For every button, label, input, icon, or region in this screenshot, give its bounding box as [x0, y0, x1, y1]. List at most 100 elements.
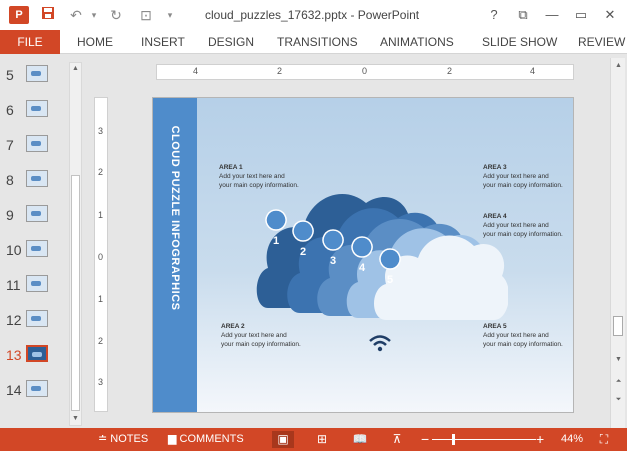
slide-thumbnail-image[interactable]: [26, 345, 48, 362]
zoom-in-button[interactable]: +: [536, 428, 544, 451]
zoom-slider-knob[interactable]: [452, 434, 455, 445]
editor-scrollbar[interactable]: ▲ ▼ ⏶ ⏷: [610, 58, 625, 428]
reading-view-icon[interactable]: 📖: [349, 431, 371, 448]
slide-number: 14: [6, 382, 22, 398]
tab-transitions[interactable]: TRANSITIONS: [277, 30, 358, 54]
marker-label: 4: [359, 262, 366, 274]
ruler-label: 2: [98, 336, 104, 346]
close-icon[interactable]: ✕: [599, 5, 621, 25]
thumbnail-scrollbar[interactable]: ▲ ▼: [69, 62, 82, 426]
area-body: Add your text here and your main copy in…: [483, 332, 563, 348]
slide-thumbnail-image[interactable]: [26, 310, 48, 327]
slide-number: 5: [6, 67, 14, 83]
slide-thumbnail-image[interactable]: [26, 240, 48, 257]
ruler-label: 4: [193, 66, 199, 76]
notes-icon: ≐: [98, 433, 111, 445]
slide-thumbnail[interactable]: 9: [0, 201, 70, 231]
slide-thumbnail-image[interactable]: [26, 275, 48, 292]
zoom-slider[interactable]: [432, 439, 536, 440]
comments-icon: ▆: [168, 433, 180, 445]
tab-insert[interactable]: INSERT: [141, 30, 185, 54]
slide-number: 10: [6, 242, 22, 258]
undo-dropdown-icon[interactable]: ▾: [84, 5, 104, 25]
marker-label: 1: [273, 235, 279, 247]
slide-show-icon[interactable]: ⊼: [386, 431, 408, 448]
zoom-out-button[interactable]: −: [421, 428, 429, 451]
slide-thumbnail[interactable]: 5: [0, 61, 70, 91]
next-slide-icon[interactable]: ⏷: [613, 394, 624, 406]
undo-icon[interactable]: ↶: [66, 5, 86, 25]
side-title[interactable]: CLOUD PUZZLE INFOGRAPHICS: [153, 98, 197, 412]
horizontal-ruler: 4 2 0 2 4: [156, 64, 574, 80]
wifi-icon: [369, 335, 391, 352]
ruler-label: 1: [98, 210, 104, 220]
slide-thumbnail-image[interactable]: [26, 135, 48, 152]
marker-label: 2: [300, 246, 306, 258]
tab-design[interactable]: DESIGN: [208, 30, 254, 54]
slide-thumbnail[interactable]: 8: [0, 166, 70, 196]
tab-animations[interactable]: ANIMATIONS: [380, 30, 454, 54]
title-bar: P ↶ ▾ ↻ ⊡ ▾ cloud_puzzles_17632.pptx - P…: [0, 0, 627, 30]
slide-thumbnail-image[interactable]: [26, 100, 48, 117]
scroll-down-icon[interactable]: ▼: [70, 413, 81, 425]
slide-thumbnail[interactable]: 14: [0, 376, 70, 406]
slide-thumbnail[interactable]: 10: [0, 236, 70, 266]
slide-thumbnail-image[interactable]: [26, 65, 48, 82]
scrollbar-thumb[interactable]: [613, 316, 623, 336]
ruler-label: 0: [98, 252, 104, 262]
slide-number: 13: [6, 347, 22, 363]
tab-file[interactable]: FILE: [0, 30, 60, 54]
slide-sorter-icon[interactable]: ⊞: [311, 431, 333, 448]
scrollbar-thumb[interactable]: [71, 175, 80, 411]
slide-thumbnail[interactable]: 6: [0, 96, 70, 126]
tab-slide-show[interactable]: SLIDE SHOW: [482, 30, 557, 54]
zoom-level[interactable]: 44%: [561, 428, 583, 451]
slide-number: 7: [6, 137, 14, 153]
scroll-up-icon[interactable]: ▲: [613, 60, 624, 72]
marker-label: 5: [387, 274, 393, 286]
slide-thumbnail[interactable]: 7: [0, 131, 70, 161]
comments-label: COMMENTS: [179, 433, 244, 445]
powerpoint-logo-icon[interactable]: P: [9, 6, 29, 24]
slide-number: 12: [6, 312, 22, 328]
slide-thumbnail[interactable]: 11: [0, 271, 70, 301]
tab-review[interactable]: REVIEW: [578, 30, 625, 54]
area-body: Add your text here and your main copy in…: [221, 332, 301, 348]
ribbon-display-options-icon[interactable]: ⧉: [512, 5, 534, 25]
tab-home[interactable]: HOME: [77, 30, 113, 54]
slide-thumbnail-image[interactable]: [26, 170, 48, 187]
comments-button[interactable]: ▆ COMMENTS: [168, 428, 244, 451]
side-title-text: CLOUD PUZZLE INFOGRAPHICS: [169, 125, 181, 311]
notes-button[interactable]: ≐ NOTES: [98, 428, 148, 451]
notes-label: NOTES: [110, 433, 149, 445]
redo-icon[interactable]: ↻: [106, 5, 126, 25]
slide-number: 9: [6, 207, 14, 223]
slide-thumbnail-image[interactable]: [26, 205, 48, 222]
slide-thumbnail-image[interactable]: [26, 380, 48, 397]
minimize-icon[interactable]: —: [541, 5, 563, 25]
ruler-label: 1: [98, 294, 104, 304]
window-title: cloud_puzzles_17632.pptx - PowerPoint: [205, 8, 420, 22]
scroll-down-icon[interactable]: ▼: [613, 354, 624, 366]
slide-number: 11: [6, 277, 21, 293]
ruler-label: 2: [447, 66, 453, 76]
normal-view-icon[interactable]: ▣: [272, 431, 294, 448]
cloud-puzzle-graphic[interactable]: 1 2 3 4 5: [248, 158, 508, 328]
ruler-label: 3: [98, 377, 104, 387]
ruler-label: 4: [530, 66, 536, 76]
fit-to-window-icon[interactable]: ⛶: [593, 431, 615, 448]
previous-slide-icon[interactable]: ⏶: [613, 376, 624, 388]
scroll-up-icon[interactable]: ▲: [70, 63, 81, 75]
ruler-label: 2: [98, 167, 104, 177]
slide-thumbnail[interactable]: 12: [0, 306, 70, 336]
restore-icon[interactable]: ▭: [570, 5, 592, 25]
ruler-label: 2: [277, 66, 283, 76]
slide-number: 8: [6, 172, 14, 188]
customize-toolbar-icon[interactable]: ▾: [160, 5, 180, 25]
help-icon[interactable]: ?: [483, 5, 505, 25]
ruler-label: 0: [362, 66, 368, 76]
presenter-view-icon[interactable]: ⊡: [136, 5, 156, 25]
save-icon[interactable]: [38, 5, 58, 25]
slide-thumbnail-active[interactable]: 13: [0, 341, 70, 371]
slide-canvas[interactable]: CLOUD PUZZLE INFOGRAPHICS AREA 1 Add you…: [152, 97, 574, 413]
